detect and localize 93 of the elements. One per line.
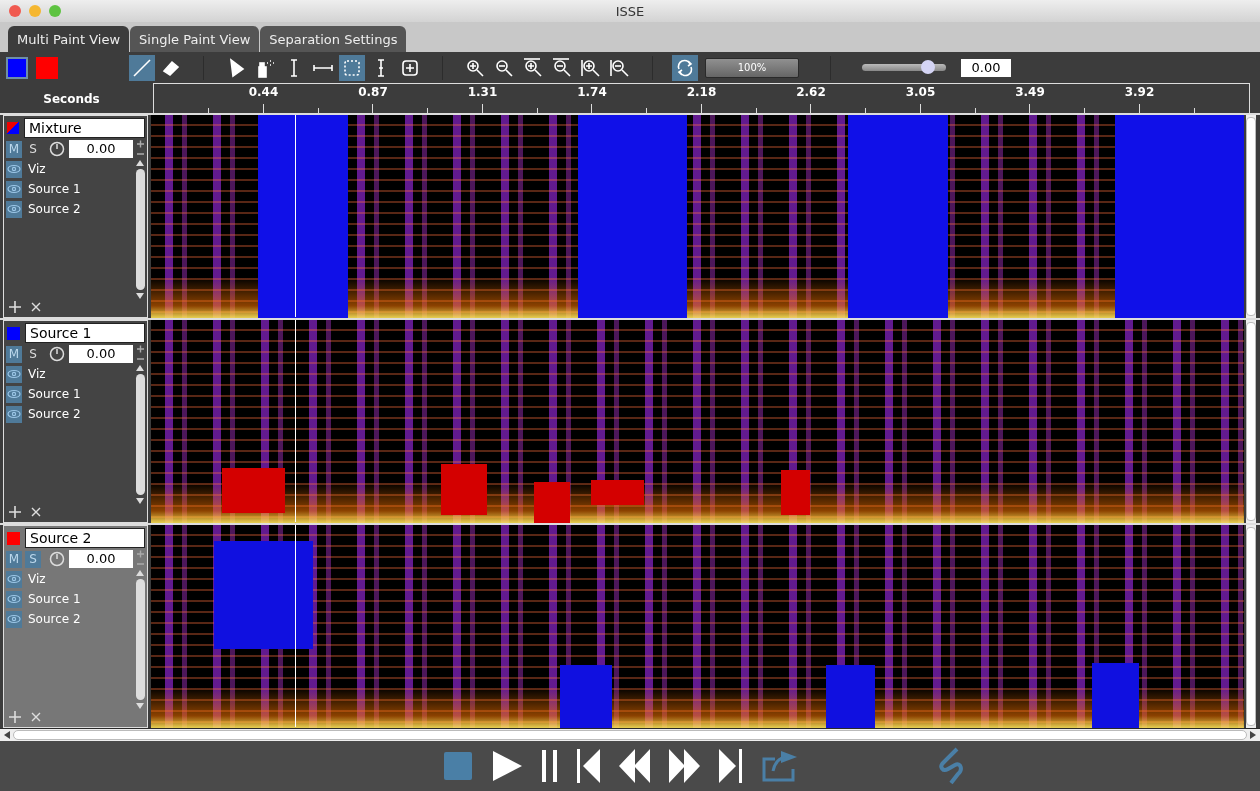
hzoomin-icon (522, 56, 544, 79)
layer-scrollbar[interactable] (135, 365, 145, 504)
eye-icon[interactable] (6, 590, 22, 608)
close-button[interactable] (9, 5, 21, 17)
add-icon[interactable] (9, 506, 21, 518)
skip-to-start-button[interactable] (577, 749, 601, 783)
knob-icon[interactable] (49, 551, 65, 567)
add-icon[interactable] (9, 301, 21, 313)
track-panel[interactable]: Mixture M S 0.00 Viz Source 1 Source 2 (3, 115, 148, 318)
solo-button[interactable]: S (25, 345, 41, 363)
scroll-down-icon[interactable] (136, 292, 144, 299)
pause-button[interactable] (541, 750, 559, 782)
scroll-left-icon[interactable] (4, 731, 11, 739)
track-panel[interactable]: Source 1 M S 0.00 Viz Source 1 Source 2 (3, 320, 148, 523)
stepper-icon[interactable] (136, 345, 145, 363)
horizontal-scrollbar[interactable] (0, 728, 1260, 741)
color-swatch[interactable] (6, 56, 28, 79)
gain-field[interactable]: 0.00 (69, 140, 133, 158)
tab[interactable]: Multi Paint View (8, 26, 130, 52)
tick-label: 0.44 (248, 85, 279, 99)
tick-label: 3.92 (1124, 85, 1155, 99)
eye-icon[interactable] (6, 365, 22, 383)
tick-label: 1.74 (577, 85, 607, 99)
rewind-button[interactable] (619, 749, 651, 783)
eye-icon[interactable] (6, 160, 22, 178)
stepper-icon[interactable] (136, 140, 145, 158)
vrange-icon (377, 58, 385, 77)
window-title: ISSE (615, 3, 645, 19)
brush-icon (131, 56, 153, 79)
fast-forward-button[interactable] (669, 749, 701, 783)
track-panel[interactable]: Source 2 M S 0.00 Viz Source 1 Source 2 (3, 525, 148, 728)
tick-label: 1.31 (467, 85, 498, 99)
play-button[interactable] (491, 750, 523, 782)
skip-to-end-button[interactable] (719, 749, 743, 783)
percent-display[interactable]: 100% (705, 57, 799, 78)
layer-name[interactable]: Viz (28, 162, 46, 176)
eye-icon[interactable] (6, 570, 22, 588)
axis-label: Seconds (42, 91, 101, 108)
knob-icon[interactable] (49, 141, 65, 157)
layer-name[interactable]: Viz (28, 572, 46, 586)
layer-name[interactable]: Viz (28, 367, 46, 381)
tab[interactable]: Single Paint View (130, 26, 260, 52)
brush-tool[interactable] (129, 54, 155, 81)
eye-icon[interactable] (6, 610, 22, 628)
layer-scrollbar[interactable] (135, 160, 145, 299)
paint-region[interactable] (780, 470, 811, 515)
layer-scrollbar[interactable] (135, 570, 145, 709)
track-name-field[interactable]: Mixture (24, 118, 145, 138)
track-name-field[interactable]: Source 2 (25, 528, 145, 548)
solo-button[interactable]: S (25, 140, 41, 158)
scroll-down-icon[interactable] (136, 497, 144, 504)
eye-icon[interactable] (6, 385, 22, 403)
slider-thumb[interactable] (920, 60, 935, 74)
hrange-icon (312, 63, 334, 72)
ibeam-icon (290, 58, 298, 77)
tick-label: 3.49 (1015, 85, 1045, 99)
tab[interactable]: Separation Settings (260, 26, 407, 52)
layer-name[interactable]: Source 1 (28, 592, 81, 606)
scroll-up-icon[interactable] (136, 365, 144, 372)
remove-icon[interactable] (31, 302, 41, 312)
knob-icon[interactable] (49, 346, 65, 362)
gain-field[interactable]: 0.00 (69, 345, 133, 363)
layer-name[interactable]: Source 2 (28, 407, 81, 421)
remove-icon[interactable] (31, 712, 41, 722)
rectangle-select-tool[interactable] (339, 54, 365, 81)
spectrogram[interactable] (151, 320, 1244, 523)
layer-name[interactable]: Source 1 (28, 387, 81, 401)
scroll-right-icon[interactable] (1249, 731, 1256, 739)
add-icon[interactable] (9, 711, 21, 723)
gain-field[interactable]: 0.00 (69, 550, 133, 568)
scroll-up-icon[interactable] (136, 160, 144, 167)
track-scrollbar[interactable] (1246, 115, 1256, 318)
volume-field[interactable]: 0.00 (961, 58, 1011, 77)
tick-label: 0.87 (358, 85, 388, 99)
hzoomout-icon (551, 56, 573, 79)
track-name-field[interactable]: Source 1 (25, 323, 145, 343)
scroll-down-icon[interactable] (136, 702, 144, 709)
layer-name[interactable]: Source 2 (28, 612, 81, 626)
track-scrollbar[interactable] (1246, 525, 1256, 728)
remove-icon[interactable] (31, 507, 41, 517)
tick-label: 2.18 (686, 85, 717, 99)
eye-icon[interactable] (6, 180, 22, 198)
tick-label: 3.05 (905, 85, 936, 99)
layer-name[interactable]: Source 2 (28, 202, 81, 216)
mixture-icon (7, 122, 19, 134)
loop-button[interactable] (672, 54, 698, 81)
track-scrollbar[interactable] (1246, 320, 1256, 523)
color-swatch[interactable] (36, 56, 58, 79)
layer-name[interactable]: Source 1 (28, 182, 81, 196)
eye-icon[interactable] (6, 200, 22, 218)
scroll-up-icon[interactable] (136, 570, 144, 577)
tick-label: 2.62 (796, 85, 826, 99)
eye-icon[interactable] (6, 405, 22, 423)
